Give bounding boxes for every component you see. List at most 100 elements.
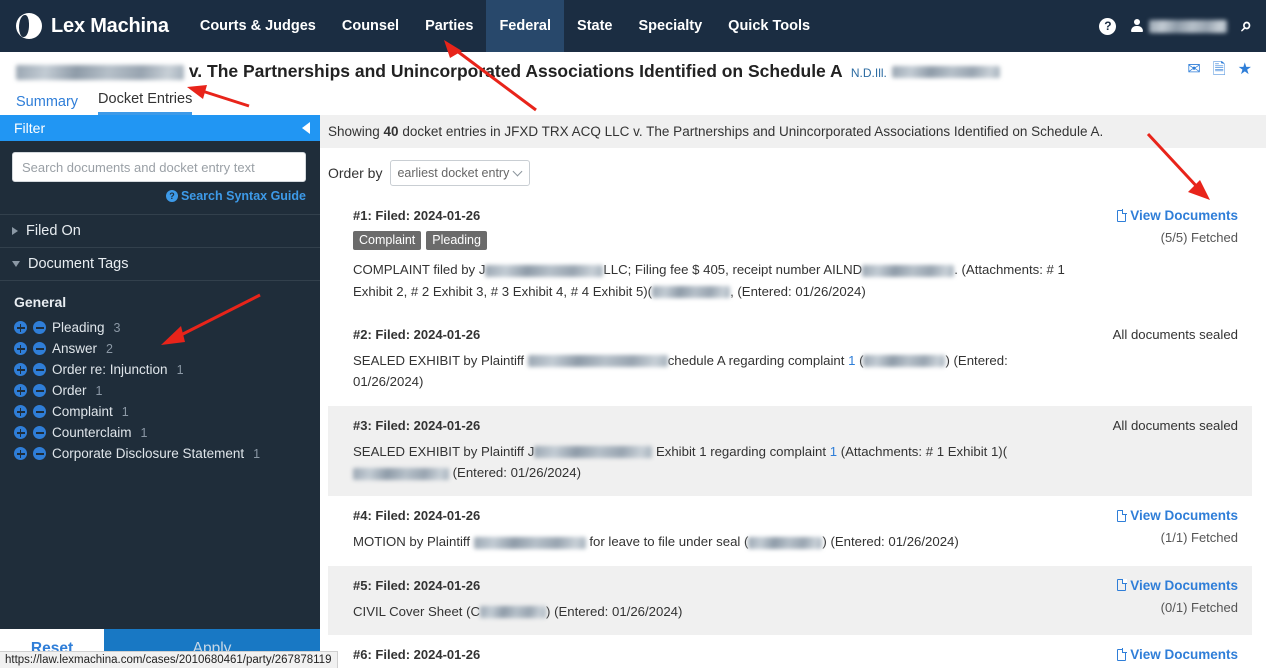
tag-label: Pleading <box>52 320 105 336</box>
search-syntax-guide-link[interactable]: ? Search Syntax Guide <box>165 189 306 203</box>
include-icon[interactable] <box>14 384 27 398</box>
fetched-count: (0/1) Fetched <box>1160 599 1238 615</box>
include-icon[interactable] <box>14 321 27 335</box>
include-icon[interactable] <box>14 342 27 356</box>
exclude-icon[interactable] <box>33 405 46 419</box>
showing-count-bar: Showing 40 docket entries in JFXD TRX AC… <box>320 115 1266 149</box>
tag-row-counterclaim[interactable]: Counterclaim 1 <box>0 422 320 443</box>
main-content: Showing 40 docket entries in JFXD TRX AC… <box>320 115 1266 668</box>
tag-row-pleading[interactable]: Pleading 3 <box>0 317 320 338</box>
nav-item-counsel[interactable]: Counsel <box>329 0 412 52</box>
include-icon[interactable] <box>14 363 27 377</box>
case-title-text: v. The Partnerships and Unincorporated A… <box>188 61 842 81</box>
text-run: Exhibit 1 regarding complaint <box>652 443 830 459</box>
tag-count: 2 <box>106 341 113 356</box>
exclude-icon[interactable] <box>33 363 46 377</box>
search-icon[interactable]: ⌕ <box>1241 15 1252 37</box>
text-run: ( <box>855 352 864 368</box>
showing-prefix: Showing <box>328 124 384 140</box>
tag-row-answer[interactable]: Answer 2 <box>0 338 320 359</box>
exclude-icon[interactable] <box>33 321 46 335</box>
nav-item-federal[interactable]: Federal <box>486 0 565 52</box>
tag-row-order-re-injunction[interactable]: Order re: Injunction 1 <box>0 359 320 380</box>
exclude-icon[interactable] <box>33 342 46 356</box>
star-icon[interactable]: ★ <box>1238 62 1252 78</box>
nav-item-state[interactable]: State <box>564 0 625 52</box>
tag-row-order[interactable]: Order 1 <box>0 380 320 401</box>
search-input[interactable] <box>12 152 306 183</box>
page-title: v. The Partnerships and Unincorporated A… <box>16 61 1266 81</box>
help-icon[interactable]: ? <box>1099 17 1117 35</box>
lex-machina-logo-icon <box>16 13 42 39</box>
text-run: ) (Entered: 01/26/2024) <box>546 603 683 619</box>
view-documents-label: View Documents <box>1130 577 1238 593</box>
docket-entry: #4: Filed: 2024-01-26 MOTION by Plaintiff… <box>328 496 1252 565</box>
redacted-text <box>480 606 547 619</box>
tag-label: Complaint <box>52 404 113 420</box>
document-icon[interactable]: 🗎 <box>1213 62 1226 78</box>
text-run: for leave to file under seal ( <box>585 534 749 550</box>
user-account-menu[interactable] <box>1130 18 1228 34</box>
brand-logo-wrap[interactable]: Lex Machina <box>0 0 187 52</box>
redacted-text <box>534 446 653 459</box>
tag-row-complaint[interactable]: Complaint 1 <box>0 401 320 422</box>
tag-count: 1 <box>253 446 261 461</box>
fetched-count: (1/1) Fetched <box>1160 530 1238 546</box>
search-syntax-row: ? Search Syntax Guide <box>0 182 320 203</box>
docket-entry-body: #4: Filed: 2024-01-26 MOTION by Plaintiff… <box>353 508 1088 552</box>
docket-entry-tag-chip[interactable]: Pleading <box>426 231 487 251</box>
docket-entry-text: SEALED EXHIBIT by Plaintiff J Exhibit 1 … <box>353 441 1072 484</box>
text-run: ) (Entered: 01/26/2024) <box>822 534 959 550</box>
tag-label: Order re: Injunction <box>52 362 168 378</box>
include-icon[interactable] <box>14 405 27 419</box>
case-action-icons: ✉ 🗎 ★ <box>1187 62 1252 78</box>
docket-entry-link[interactable]: 1 <box>830 444 837 459</box>
text-run: C <box>470 603 481 619</box>
filter-header-label: Filter <box>14 120 46 137</box>
docket-entry: #3: Filed: 2024-01-26 SEALED EXHIBIT by P… <box>328 405 1252 497</box>
text-run: SEALED EXHIBIT by Plaintiff <box>353 352 528 368</box>
order-by-select[interactable]: earliest docket entrylatest docket entry <box>390 160 531 187</box>
text-run: J <box>478 262 486 278</box>
tab-summary[interactable]: Summary <box>16 94 78 115</box>
docket-entry-tag-chip[interactable]: Complaint <box>353 231 422 251</box>
view-documents-link[interactable]: View Documents <box>1088 578 1238 593</box>
nav-item-courts-judges[interactable]: Courts & Judges <box>187 0 329 52</box>
include-icon[interactable] <box>14 426 27 440</box>
redacted-text <box>353 467 449 480</box>
exclude-icon[interactable] <box>33 447 46 461</box>
filter-section-filed-on[interactable]: Filed On <box>0 215 320 249</box>
tag-count: 1 <box>121 404 129 419</box>
text-run: MOTION by Plaintiff <box>353 534 474 550</box>
docket-entry-actions: View Documents (5/5) Fetched <box>1088 208 1238 302</box>
view-documents-label: View Documents <box>1130 647 1238 663</box>
filter-sidebar: Filter ?Search Syntax Guide Filed On Doc… <box>0 115 320 668</box>
person-icon <box>1130 18 1143 34</box>
nav-item-parties[interactable]: Parties <box>412 0 486 52</box>
tab-docket-entries[interactable]: Docket Entries <box>98 91 193 116</box>
brand-name: Lex Machina <box>51 14 169 37</box>
document-icon <box>1117 648 1127 661</box>
envelope-icon[interactable]: ✉ <box>1187 62 1200 78</box>
chevron-down-icon <box>12 261 20 268</box>
tag-label: Counterclaim <box>52 425 132 441</box>
view-documents-link[interactable]: View Documents <box>1088 508 1238 523</box>
text-run: (Attachments: # 1 Exhibit 1)( <box>837 443 1008 459</box>
docket-entry-number: #1: Filed: 2024-01-26 <box>353 208 481 224</box>
nav-item-quick-tools[interactable]: Quick Tools <box>715 0 823 52</box>
exclude-icon[interactable] <box>33 426 46 440</box>
include-icon[interactable] <box>14 447 27 461</box>
tag-row-corporate-disclosure-statement[interactable]: Corporate Disclosure Statement 1 <box>0 443 320 464</box>
case-plaintiff-redacted <box>16 64 184 80</box>
docket-entry-text: SEALED EXHIBIT by Plaintiff chedule A re… <box>353 350 1072 393</box>
tag-label: Order <box>52 383 87 399</box>
filter-section-document-tags[interactable]: Document Tags <box>0 248 320 282</box>
view-documents-link[interactable]: View Documents <box>1088 208 1238 223</box>
nav-item-specialty[interactable]: Specialty <box>626 0 716 52</box>
text-run: , (Entered: 01/26/2024) <box>730 283 866 299</box>
status-bar-url: https://law.lexmachina.com/cases/2010680… <box>0 651 339 668</box>
view-documents-link[interactable]: View Documents <box>1088 647 1238 662</box>
collapse-sidebar-icon[interactable] <box>302 122 310 135</box>
showing-suffix: docket entries in JFXD TRX ACQ LLC v. Th… <box>398 124 1104 140</box>
exclude-icon[interactable] <box>33 384 46 398</box>
